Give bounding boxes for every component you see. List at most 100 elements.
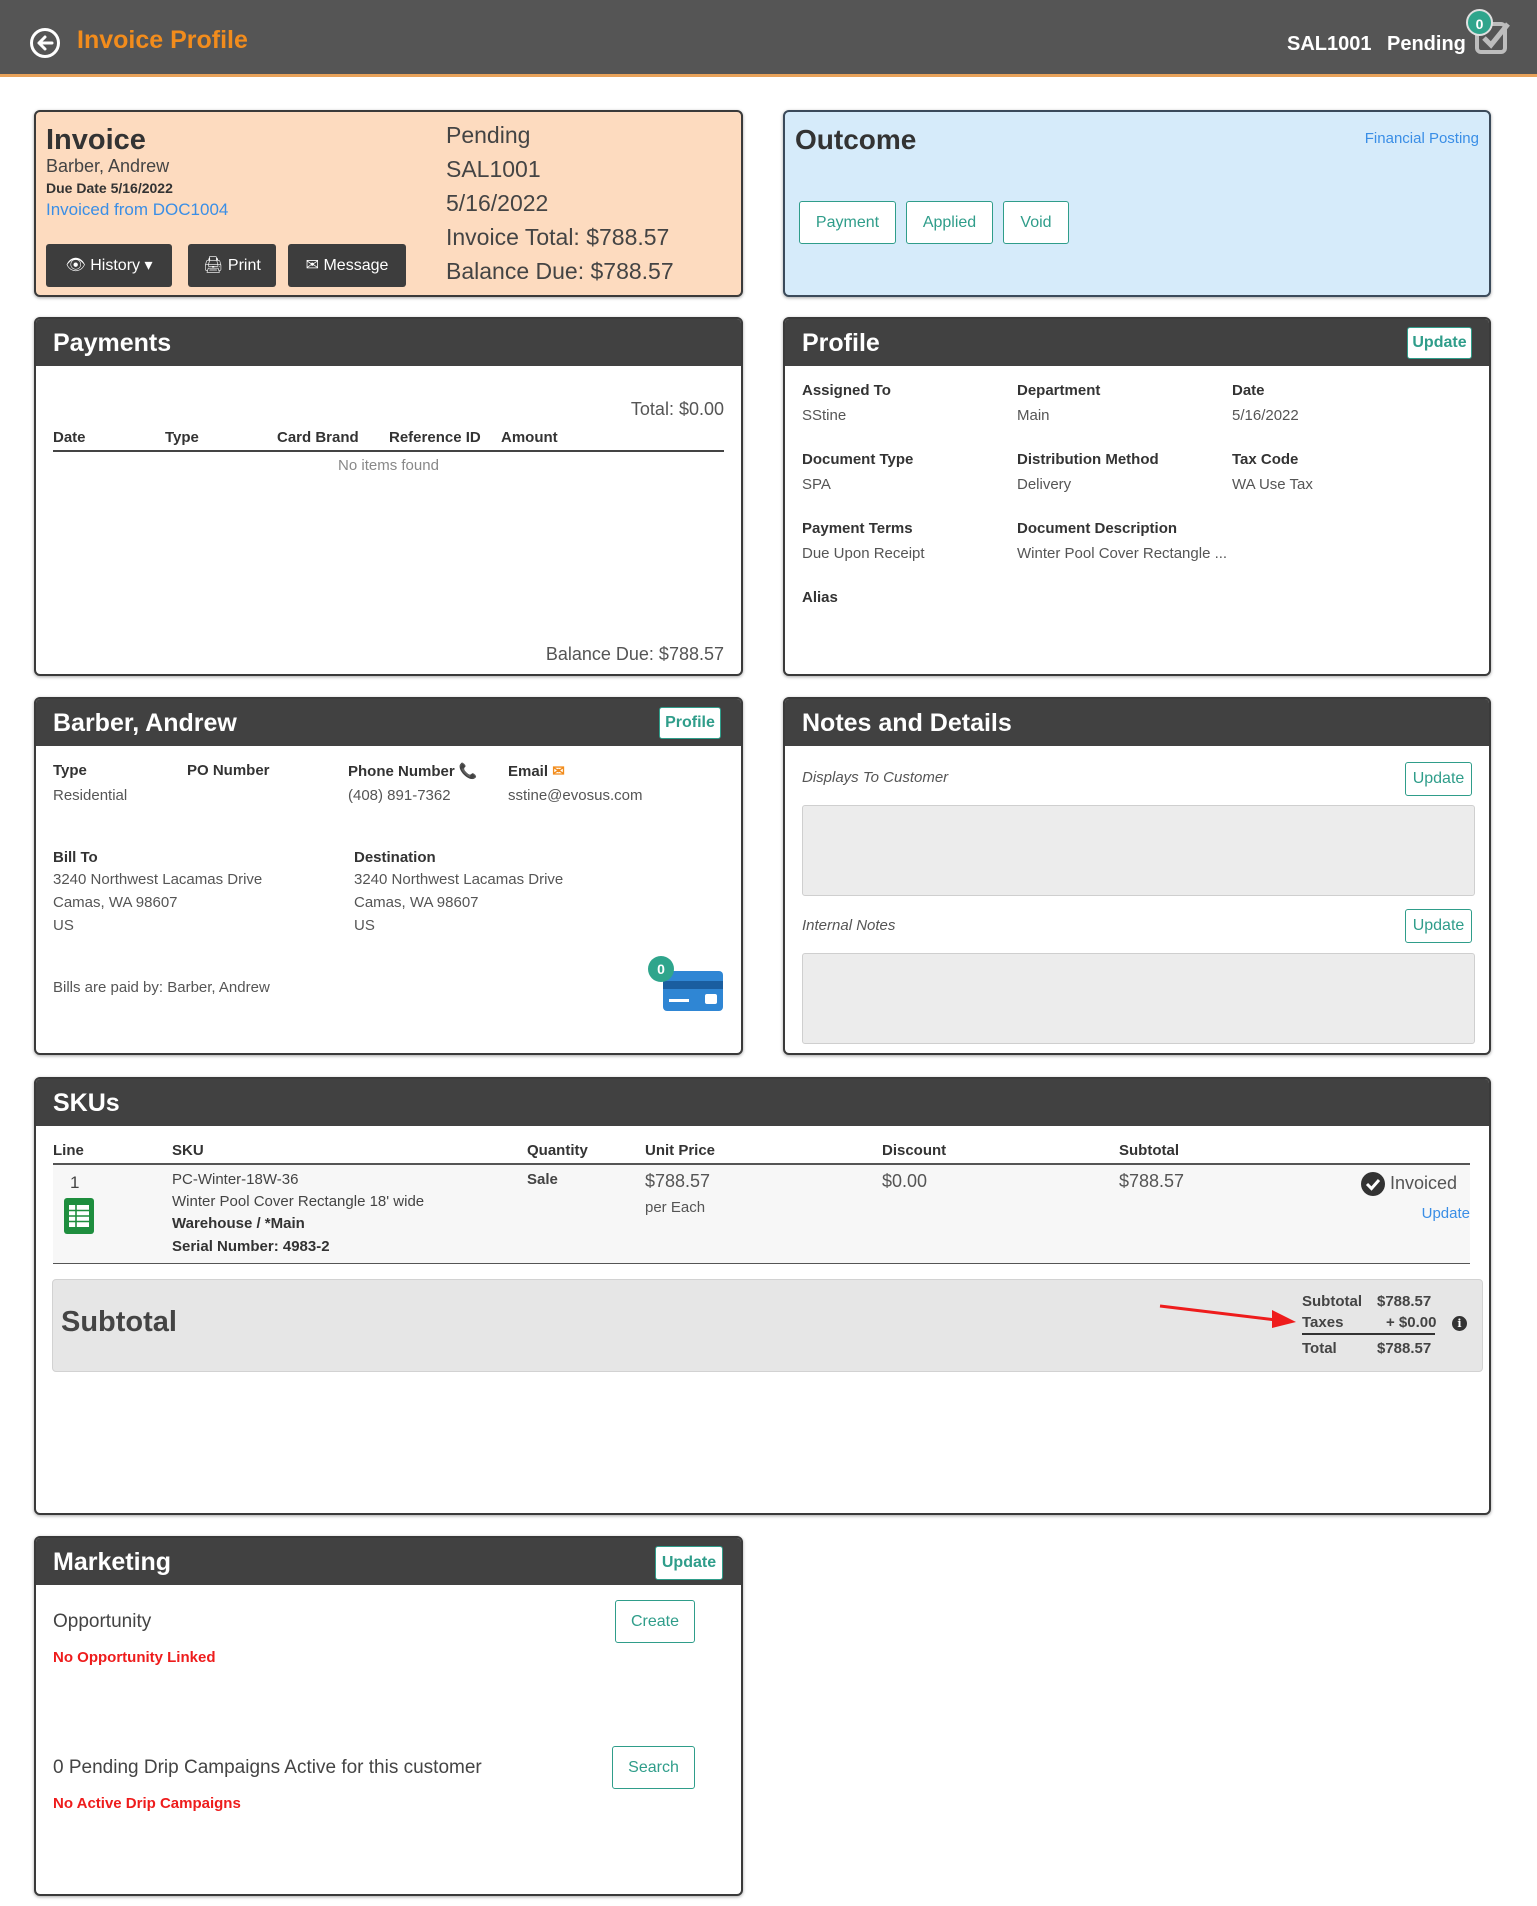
customer-notes-box[interactable] bbox=[802, 805, 1475, 896]
card-count-badge: 0 bbox=[648, 956, 674, 982]
payments-header-rule bbox=[53, 450, 724, 452]
invoice-total: Invoice Total: $788.57 bbox=[446, 224, 670, 250]
payments-title: Payments bbox=[53, 329, 172, 357]
invoice-title: Invoice bbox=[46, 124, 146, 156]
profile-title: Profile bbox=[802, 329, 880, 357]
message-button[interactable]: ✉ Message bbox=[288, 244, 406, 287]
destination-label: Destination bbox=[354, 849, 436, 866]
payment-terms-label: Payment Terms bbox=[802, 520, 913, 537]
sku-unit-price: $788.57 bbox=[645, 1171, 711, 1191]
table-row: 1 PC-Winter-18W-36 Winter Pool Cover Rec… bbox=[53, 1165, 1470, 1264]
invoiced-from-link[interactable]: Invoiced from DOC1004 bbox=[46, 200, 228, 220]
skus-col-unit-price: Unit Price bbox=[645, 1142, 716, 1159]
outcome-title: Outcome bbox=[795, 124, 917, 155]
document-description-value: Winter Pool Cover Rectangle ... bbox=[1017, 545, 1228, 562]
payment-button[interactable]: Payment bbox=[799, 201, 896, 244]
invoice-date: 5/16/2022 bbox=[446, 190, 549, 216]
void-button[interactable]: Void bbox=[1003, 201, 1069, 244]
department-value: Main bbox=[1017, 407, 1050, 424]
alias-label: Alias bbox=[802, 589, 838, 606]
invoice-customer: Barber, Andrew bbox=[46, 156, 170, 176]
profile-card: Profile Update Assigned To SStine Depart… bbox=[783, 317, 1491, 676]
email-icon[interactable]: ✉ bbox=[552, 763, 565, 780]
skus-col-subtotal: Subtotal bbox=[1119, 1142, 1179, 1159]
financial-posting-link[interactable]: Financial Posting bbox=[1365, 130, 1479, 147]
info-icon[interactable]: i bbox=[1452, 1316, 1467, 1331]
invoice-summary-card: Invoice Barber, Andrew Due Date 5/16/202… bbox=[34, 110, 743, 297]
invoice-balance: Balance Due: $788.57 bbox=[446, 258, 674, 284]
date-label: Date bbox=[1232, 382, 1265, 399]
phone-number-value[interactable]: (408) 891-7362 bbox=[348, 787, 451, 804]
bill-to-line-2: Camas, WA 98607 bbox=[53, 894, 178, 911]
phone-icon[interactable]: 📞 bbox=[459, 763, 478, 780]
sku-update-link[interactable]: Update bbox=[1422, 1205, 1470, 1222]
drip-campaigns-label: 0 Pending Drip Campaigns Active for this… bbox=[53, 1757, 482, 1778]
sku-price-unit: per Each bbox=[645, 1199, 706, 1216]
assigned-to-value: SStine bbox=[802, 407, 847, 424]
destination-line-3: US bbox=[354, 917, 375, 934]
invoice-due-date: Due Date 5/16/2022 bbox=[46, 180, 173, 196]
document-type-label: Document Type bbox=[802, 451, 914, 468]
skus-col-quantity: Quantity bbox=[527, 1142, 588, 1159]
payments-col-reference-id: Reference ID bbox=[389, 429, 481, 446]
history-button[interactable]: 👁 History ▾ bbox=[46, 244, 172, 287]
opportunity-label: Opportunity bbox=[53, 1611, 152, 1632]
top-bar: Invoice Profile SAL1001 Pending 0 bbox=[0, 0, 1537, 77]
red-arrow-annotation-icon bbox=[1159, 1304, 1296, 1328]
department-label: Department bbox=[1017, 382, 1101, 399]
print-label: Print bbox=[227, 257, 261, 274]
bills-paid-by: Bills are paid by: Barber, Andrew bbox=[53, 979, 270, 996]
internal-notes-update-button[interactable]: Update bbox=[1405, 909, 1472, 943]
sku-quantity: Sale bbox=[527, 1171, 558, 1188]
sku-code: PC-Winter-18W-36 bbox=[172, 1171, 299, 1188]
customer-title: Barber, Andrew bbox=[53, 709, 237, 737]
applied-button[interactable]: Applied bbox=[906, 201, 993, 244]
eye-icon: 👁 bbox=[65, 257, 86, 274]
document-description-label: Document Description bbox=[1017, 520, 1178, 537]
marketing-title: Marketing bbox=[53, 1548, 172, 1576]
internal-notes-label: Internal Notes bbox=[802, 917, 896, 934]
search-drip-campaigns-button[interactable]: Search bbox=[612, 1746, 695, 1789]
customer-card: Barber, Andrew Profile Type Residential … bbox=[34, 697, 743, 1055]
customer-notes-update-button[interactable]: Update bbox=[1405, 762, 1472, 796]
payments-col-date: Date bbox=[53, 429, 86, 446]
notes-title: Notes and Details bbox=[802, 709, 1012, 737]
create-opportunity-button[interactable]: Create bbox=[615, 1600, 695, 1643]
document-type-value: SPA bbox=[802, 476, 831, 493]
sku-line-number: 1 bbox=[70, 1173, 80, 1192]
skus-col-line: Line bbox=[53, 1142, 84, 1159]
customer-type-value: Residential bbox=[53, 787, 128, 804]
check-circle-icon bbox=[1360, 1171, 1386, 1197]
totals-total-label: Total bbox=[1302, 1340, 1337, 1357]
distribution-method-value: Delivery bbox=[1017, 476, 1072, 493]
totals-rule bbox=[1302, 1333, 1435, 1335]
displays-to-customer-label: Displays To Customer bbox=[802, 769, 949, 786]
profile-update-button[interactable]: Update bbox=[1407, 327, 1472, 359]
sku-discount: $0.00 bbox=[882, 1171, 928, 1191]
printer-icon: 🖨 bbox=[203, 257, 224, 274]
marketing-card: Marketing Update Opportunity Create No O… bbox=[34, 1536, 743, 1896]
invoice-doc-id: SAL1001 bbox=[446, 156, 541, 182]
spreadsheet-icon[interactable] bbox=[63, 1197, 95, 1235]
outcome-card: Outcome Financial Posting Payment Applie… bbox=[783, 110, 1491, 297]
marketing-update-button[interactable]: Update bbox=[655, 1546, 723, 1580]
payments-empty-message: No items found bbox=[338, 457, 439, 474]
back-arrow-icon[interactable] bbox=[30, 28, 60, 58]
skus-card: SKUs Line SKU Quantity Unit Price Discou… bbox=[34, 1077, 1491, 1515]
totals-subtotal-value: $788.57 bbox=[1377, 1293, 1432, 1310]
page-title: Invoice Profile bbox=[77, 26, 248, 54]
email-label: Email ✉ bbox=[508, 762, 565, 780]
customer-profile-button[interactable]: Profile bbox=[659, 707, 721, 739]
sku-serial-number: Serial Number: 4983-2 bbox=[172, 1238, 330, 1255]
envelope-icon: ✉ bbox=[305, 257, 320, 274]
skus-title: SKUs bbox=[53, 1089, 120, 1117]
message-label: Message bbox=[323, 257, 389, 274]
assigned-to-label: Assigned To bbox=[802, 382, 891, 399]
no-opportunity-linked: No Opportunity Linked bbox=[53, 1649, 216, 1666]
tax-code-value: WA Use Tax bbox=[1232, 476, 1313, 493]
internal-notes-box[interactable] bbox=[802, 953, 1475, 1044]
email-value[interactable]: sstine@evosus.com bbox=[508, 787, 642, 804]
print-button[interactable]: 🖨 Print bbox=[188, 244, 276, 287]
bill-to-line-1: 3240 Northwest Lacamas Drive bbox=[53, 871, 263, 888]
invoice-status: Pending bbox=[446, 122, 531, 148]
